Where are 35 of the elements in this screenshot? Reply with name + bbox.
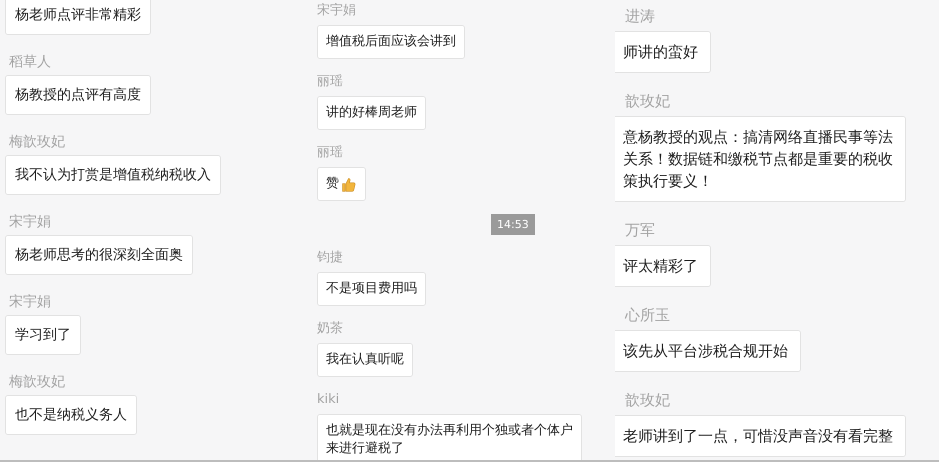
message-text: 我不认为打赏是增值税纳税收入 xyxy=(15,166,211,185)
sender-name: 进涛 xyxy=(625,6,655,26)
sender-name: 奶茶 xyxy=(317,320,343,338)
sender-name: 歆玫妃 xyxy=(625,91,670,111)
message-text: 该先从平台涉税合规开始 xyxy=(623,341,788,362)
message-text: 赞 xyxy=(326,175,339,193)
sender-name: 歆玫妃 xyxy=(625,390,670,410)
sender-name: 丽瑶 xyxy=(317,144,343,162)
message-text: 杨老师点评非常精彩 xyxy=(15,6,141,25)
message-text: 也就是现在没有办法再利用个独或者个体户 来进行避税了 xyxy=(326,422,573,458)
sender-name: 稻草人 xyxy=(9,53,51,72)
sender-name: 万军 xyxy=(625,220,655,240)
message-text: 意杨教授的观点：搞清网络直播民事等法 关系！数据链和缴税节点都是重要的税收 策执行要义！ xyxy=(623,127,893,192)
thumbs-up-icon xyxy=(340,176,357,192)
message-text: 学习到了 xyxy=(15,326,71,345)
message-text: 增值税后面应该会讲到 xyxy=(326,33,456,51)
sender-name: 梅歆玫妃 xyxy=(9,373,65,392)
message-text: 杨教授的点评有高度 xyxy=(15,86,141,105)
sender-name: 梅歆玫妃 xyxy=(9,133,65,152)
sender-name: kiki xyxy=(317,391,340,409)
message-text: 我在认真听呢 xyxy=(326,351,404,369)
message-text: 也不是纳税义务人 xyxy=(15,406,127,425)
message-text: 评太精彩了 xyxy=(623,256,698,277)
sender-name: 丽瑶 xyxy=(317,73,343,91)
message-text: 讲的好棒周老师 xyxy=(326,104,417,122)
sender-name: 心所玉 xyxy=(625,305,670,325)
sender-name: 宋宇娟 xyxy=(9,213,51,232)
message-text: 杨老师思考的很深刻全面奥 xyxy=(15,246,183,265)
sender-name: 宋宇娟 xyxy=(317,2,356,20)
message-text: 不是项目费用吗 xyxy=(326,280,417,298)
timestamp: 14:53 xyxy=(491,214,535,235)
message-text: 师讲的蛮好 xyxy=(623,42,698,63)
sender-name: 宋宇娟 xyxy=(9,293,51,312)
sender-name: 钧捷 xyxy=(317,249,343,267)
message-text: 老师讲到了一点，可惜没声音没有看完整 xyxy=(623,426,893,447)
